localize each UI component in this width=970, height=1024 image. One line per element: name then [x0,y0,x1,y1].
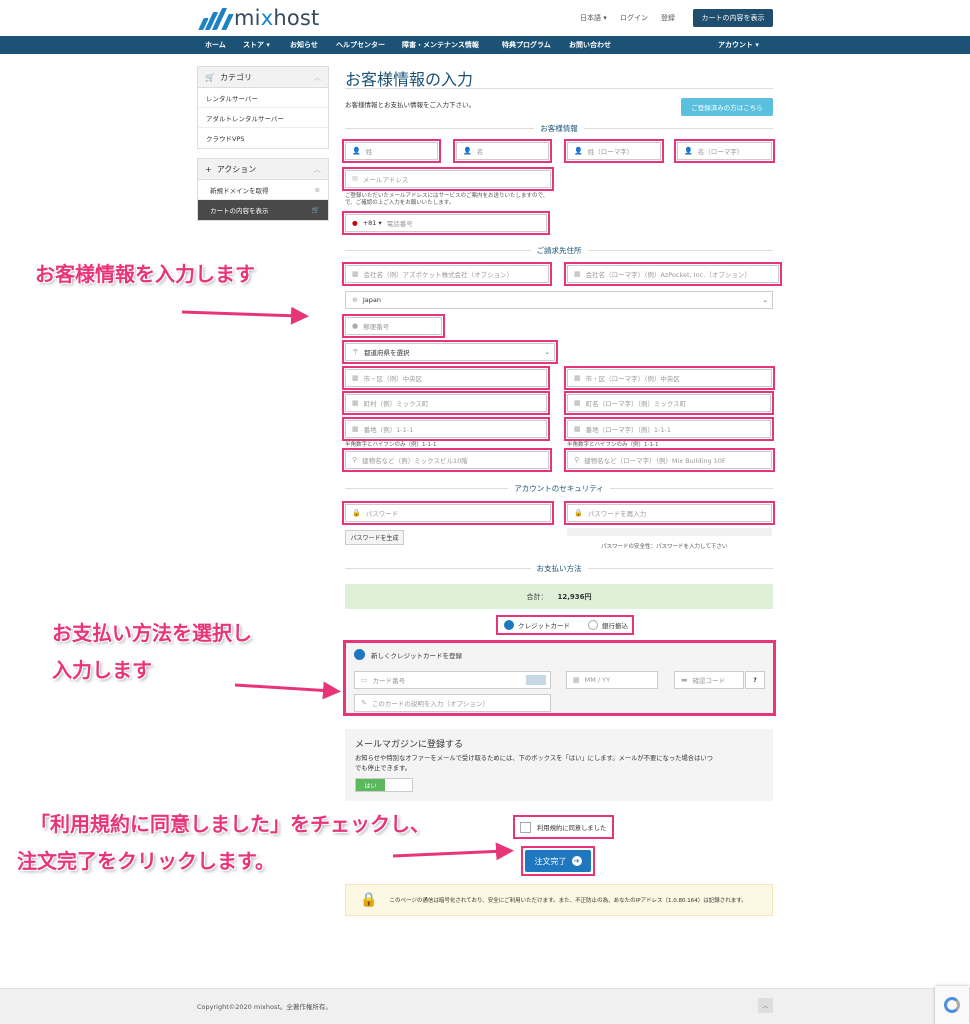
arrow-icon [392,842,514,861]
arrow-icon [234,681,341,700]
arrow-icon [181,306,309,325]
annotation-arrows [181,306,514,861]
